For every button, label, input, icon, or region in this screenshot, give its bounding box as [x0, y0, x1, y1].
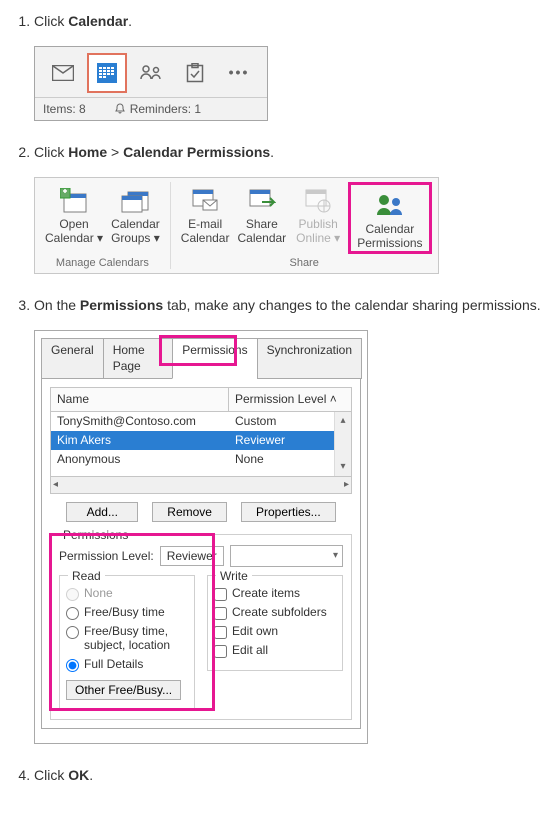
step-4: Click OK. — [34, 766, 543, 786]
ok-word: OK — [68, 767, 89, 783]
calendar-icon[interactable] — [87, 53, 127, 93]
bell-icon — [114, 103, 126, 115]
permissions-legend: Permissions — [59, 527, 132, 544]
calendar-permissions-highlight: CalendarPermissions — [348, 182, 431, 254]
permission-level-label: Permission Level: — [59, 548, 154, 565]
reminders-count: Reminders: 1 — [130, 101, 201, 118]
horizontal-scrollbar[interactable]: ◂▸ — [50, 477, 352, 494]
tab-home-page[interactable]: Home Page — [103, 338, 174, 380]
step-1-text: Click Calendar. — [34, 12, 543, 32]
calendar-groups-button[interactable]: CalendarGroups ▾ — [107, 182, 164, 254]
more-icon[interactable]: ••• — [219, 53, 259, 93]
write-create-subfolders-label[interactable]: Create subfolders — [232, 605, 327, 619]
permission-level-dropdown[interactable] — [230, 545, 343, 567]
open-calendar-icon — [60, 186, 88, 216]
share-calendar-icon — [248, 186, 276, 216]
read-none-label: None — [84, 586, 113, 600]
calendar-groups-icon — [120, 186, 150, 216]
vertical-scrollbar[interactable]: ▴▾ — [334, 412, 351, 476]
write-create-subfolders-checkbox[interactable] — [214, 607, 227, 620]
sort-asc-icon: ˄ — [330, 392, 337, 406]
tab-strip: General Home Page Permissions Synchroniz… — [41, 338, 361, 380]
table-row: AnonymousNone — [51, 450, 351, 469]
publish-online-icon — [304, 186, 332, 216]
ribbon-share: OpenCalendar ▾ CalendarGroups ▾ Manage C… — [34, 177, 439, 274]
tab-permissions[interactable]: Permissions — [172, 338, 257, 380]
nav-bar: ••• Items: 8 Reminders: 1 — [34, 46, 268, 122]
read-freebusy-label[interactable]: Free/Busy time — [84, 605, 165, 619]
calendar-permissions-icon — [375, 191, 405, 221]
step-3: On the Permissions tab, make any changes… — [34, 296, 543, 744]
step-2-text: Click Home > Calendar Permissions. — [34, 143, 543, 163]
permissions-fieldset: Permissions Permission Level: Reviewer R… — [50, 534, 352, 720]
write-legend: Write — [216, 568, 252, 585]
read-freebusy-radio[interactable] — [66, 607, 79, 620]
read-freebusy-sl-label[interactable]: Free/Busy time, subject, location — [84, 624, 188, 653]
read-legend: Read — [68, 568, 105, 585]
read-full-details-radio[interactable] — [66, 659, 79, 672]
manage-calendars-label: Manage Calendars — [41, 254, 164, 271]
other-freebusy-button[interactable]: Other Free/Busy... — [66, 680, 181, 700]
permissions-list-header: Name Permission Level ˄ — [50, 387, 352, 412]
add-button[interactable]: Add... — [66, 502, 138, 522]
write-edit-own-checkbox[interactable] — [214, 626, 227, 639]
read-group: Read None Free/Busy time Free/Busy time,… — [59, 575, 195, 709]
step-2: Click Home > Calendar Permissions. OpenC… — [34, 143, 543, 274]
properties-button[interactable]: Properties... — [241, 502, 336, 522]
write-edit-own-label[interactable]: Edit own — [232, 624, 278, 638]
email-calendar-icon — [191, 186, 219, 216]
share-group-label: Share — [177, 254, 432, 271]
tab-general[interactable]: General — [41, 338, 104, 380]
permission-level-value: Reviewer — [160, 546, 224, 567]
tasks-icon[interactable] — [175, 53, 215, 93]
share-calendar-button[interactable]: ShareCalendar — [233, 182, 290, 254]
step-1: Click Calendar. ••• Items: 8 — [34, 12, 543, 121]
write-create-items-checkbox[interactable] — [214, 588, 227, 601]
read-freebusy-sl-radio[interactable] — [66, 626, 79, 639]
table-row: Kim AkersReviewer — [51, 431, 351, 450]
remove-button[interactable]: Remove — [152, 502, 227, 522]
read-full-details-label[interactable]: Full Details — [84, 657, 143, 671]
calendar-word: Calendar — [68, 13, 128, 29]
step-3-text: On the Permissions tab, make any changes… — [34, 296, 543, 316]
column-permission-level[interactable]: Permission Level ˄ — [229, 388, 351, 411]
read-none-radio — [66, 588, 79, 601]
items-count: Items: 8 — [43, 101, 86, 118]
step-4-text: Click OK. — [34, 766, 543, 786]
tab-synchronization[interactable]: Synchronization — [257, 338, 362, 380]
email-calendar-button[interactable]: E-mailCalendar — [177, 182, 234, 254]
write-group: Write Create items Create subfolders Edi… — [207, 575, 343, 671]
publish-online-button[interactable]: PublishOnline ▾ — [290, 182, 346, 254]
write-edit-all-checkbox[interactable] — [214, 645, 227, 658]
calendar-permissions-button[interactable]: CalendarPermissions — [353, 187, 426, 251]
table-row: TonySmith@Contoso.comCustom — [51, 412, 351, 431]
people-icon[interactable] — [131, 53, 171, 93]
properties-dialog: General Home Page Permissions Synchroniz… — [34, 330, 368, 744]
open-calendar-button[interactable]: OpenCalendar ▾ — [41, 182, 107, 254]
permissions-list[interactable]: TonySmith@Contoso.comCustom Kim AkersRev… — [50, 412, 352, 477]
instruction-steps: Click Calendar. ••• Items: 8 — [8, 12, 543, 785]
write-edit-all-label[interactable]: Edit all — [232, 643, 268, 657]
write-create-items-label[interactable]: Create items — [232, 586, 300, 600]
mail-icon[interactable] — [43, 53, 83, 93]
column-name[interactable]: Name — [51, 388, 229, 411]
